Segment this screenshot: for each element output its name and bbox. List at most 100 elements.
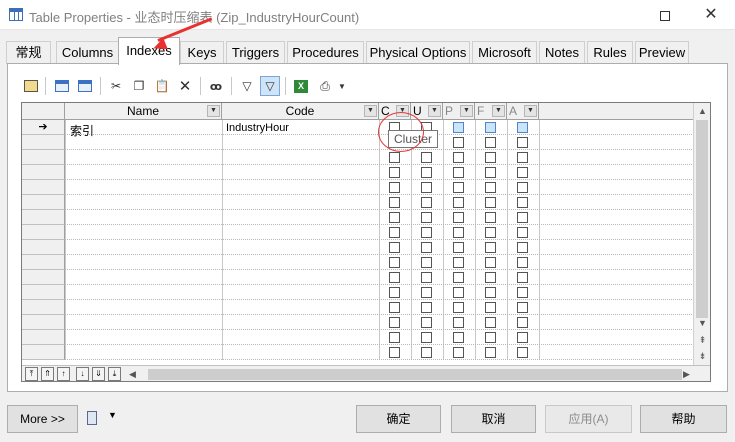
index-flag-checkbox[interactable] [453, 122, 464, 133]
chevron-down-icon[interactable]: ▼ [524, 105, 537, 117]
index-flag-checkbox[interactable] [517, 272, 528, 283]
index-flag-checkbox[interactable] [485, 227, 496, 238]
index-flag-checkbox[interactable] [453, 242, 464, 253]
index-flag-checkbox[interactable] [517, 317, 528, 328]
move-top-button[interactable]: ⤒ [25, 367, 38, 381]
maximize-button[interactable] [642, 0, 688, 30]
ok-button[interactable]: 确定 [356, 405, 441, 433]
index-flag-checkbox[interactable] [485, 242, 496, 253]
chevron-down-icon[interactable]: ▼ [492, 105, 505, 117]
index-flag-checkbox[interactable] [421, 287, 432, 298]
cancel-button[interactable]: 取消 [451, 405, 536, 433]
index-flag-checkbox[interactable] [517, 212, 528, 223]
index-flag-checkbox[interactable] [421, 317, 432, 328]
scroll-page-up-icon[interactable]: ⇞ [694, 333, 710, 347]
index-name-cell[interactable]: 索引 [70, 122, 94, 139]
index-flag-checkbox[interactable] [517, 227, 528, 238]
index-flag-checkbox[interactable] [421, 167, 432, 178]
index-flag-checkbox[interactable] [453, 182, 464, 193]
scroll-up-icon[interactable]: ▲ [694, 104, 710, 118]
chevron-down-icon[interactable]: ▼ [460, 105, 473, 117]
index-flag-checkbox[interactable] [389, 152, 400, 163]
row-header[interactable] [22, 165, 65, 180]
move-bottom-button[interactable]: ⤓ [108, 367, 121, 381]
index-flag-checkbox[interactable] [389, 197, 400, 208]
scroll-left-icon[interactable]: ◀ [124, 367, 141, 381]
add-row-button[interactable] [75, 76, 95, 96]
index-flag-checkbox[interactable] [389, 302, 400, 313]
column-header-code[interactable]: Code ▼ [222, 103, 379, 120]
scroll-down-icon[interactable]: ▼ [694, 316, 710, 330]
index-flag-checkbox[interactable] [485, 152, 496, 163]
index-flag-checkbox[interactable] [389, 227, 400, 238]
column-header-primary[interactable]: P ▼ [443, 103, 475, 120]
export-excel-button[interactable]: X [291, 76, 311, 96]
move-page-up-button[interactable]: ⇑ [41, 367, 54, 381]
more-button[interactable]: More >> [7, 405, 78, 433]
index-flag-checkbox[interactable] [421, 332, 432, 343]
index-flag-checkbox[interactable] [389, 242, 400, 253]
index-flag-checkbox[interactable] [453, 197, 464, 208]
row-header[interactable] [22, 315, 65, 330]
index-flag-checkbox[interactable] [517, 167, 528, 178]
scroll-page-down-icon[interactable]: ⇟ [694, 349, 710, 363]
row-header[interactable] [22, 135, 65, 150]
row-header[interactable] [22, 255, 65, 270]
index-flag-checkbox[interactable] [517, 257, 528, 268]
move-page-down-button[interactable]: ⇓ [92, 367, 105, 381]
tab-general[interactable]: 常规 [6, 41, 51, 64]
filter-toggle-button[interactable]: ▽ [260, 76, 280, 96]
index-flag-checkbox[interactable] [453, 332, 464, 343]
row-header[interactable] [22, 270, 65, 285]
index-flag-checkbox[interactable] [517, 197, 528, 208]
chevron-down-icon[interactable]: ▼ [428, 105, 441, 117]
index-flag-checkbox[interactable] [453, 272, 464, 283]
properties-button[interactable] [21, 76, 41, 96]
index-flag-checkbox[interactable] [421, 227, 432, 238]
tab-notes[interactable]: Notes [539, 41, 585, 64]
horizontal-scrollbar[interactable]: ⤒ ⇑ ↑ ↓ ⇓ ⤓ ◀ ▶ [22, 365, 710, 381]
index-flag-checkbox[interactable] [485, 287, 496, 298]
index-flag-checkbox[interactable] [453, 257, 464, 268]
options-dropdown-icon[interactable]: ▼ [108, 410, 117, 420]
row-header[interactable] [22, 285, 65, 300]
filter-button[interactable]: ▽ [237, 76, 257, 96]
index-flag-checkbox[interactable] [421, 257, 432, 268]
index-flag-checkbox[interactable] [485, 317, 496, 328]
index-flag-checkbox[interactable] [389, 287, 400, 298]
find-button[interactable]: ꝏ [206, 76, 226, 96]
index-flag-checkbox[interactable] [421, 347, 432, 358]
index-flag-checkbox[interactable] [453, 287, 464, 298]
column-header-alternate[interactable]: A ▼ [507, 103, 539, 120]
index-flag-checkbox[interactable] [485, 137, 496, 148]
index-flag-checkbox[interactable] [421, 302, 432, 313]
index-flag-checkbox[interactable] [485, 302, 496, 313]
index-flag-checkbox[interactable] [453, 212, 464, 223]
row-header[interactable] [22, 330, 65, 345]
cut-button[interactable]: ✂ [106, 76, 126, 96]
row-header[interactable] [22, 180, 65, 195]
column-header-name[interactable]: Name ▼ [65, 103, 222, 120]
tab-rules[interactable]: Rules [587, 41, 633, 64]
index-flag-checkbox[interactable] [453, 227, 464, 238]
index-flag-checkbox[interactable] [453, 302, 464, 313]
vertical-scroll-thumb[interactable] [696, 120, 708, 318]
tab-keys[interactable]: Keys [180, 41, 224, 64]
index-flag-checkbox[interactable] [453, 137, 464, 148]
chevron-down-icon[interactable]: ▼ [364, 105, 377, 117]
index-flag-checkbox[interactable] [389, 167, 400, 178]
row-header[interactable] [22, 300, 65, 315]
scroll-right-icon[interactable]: ▶ [678, 367, 695, 381]
indexes-grid[interactable]: Name ▼ Code ▼ C ▼ U ▼ P ▼ F ▼ A ▼ ➔ 索引 I… [21, 102, 711, 382]
row-header[interactable] [22, 195, 65, 210]
paste-button[interactable]: 📋 [152, 76, 172, 96]
index-flag-checkbox[interactable] [485, 122, 496, 133]
index-flag-checkbox[interactable] [485, 212, 496, 223]
row-header[interactable] [22, 210, 65, 225]
tab-columns[interactable]: Columns [56, 41, 119, 64]
index-flag-checkbox[interactable] [485, 332, 496, 343]
index-flag-checkbox[interactable] [485, 347, 496, 358]
index-flag-checkbox[interactable] [389, 332, 400, 343]
copy-button[interactable]: ❐ [129, 76, 149, 96]
index-flag-checkbox[interactable] [485, 197, 496, 208]
